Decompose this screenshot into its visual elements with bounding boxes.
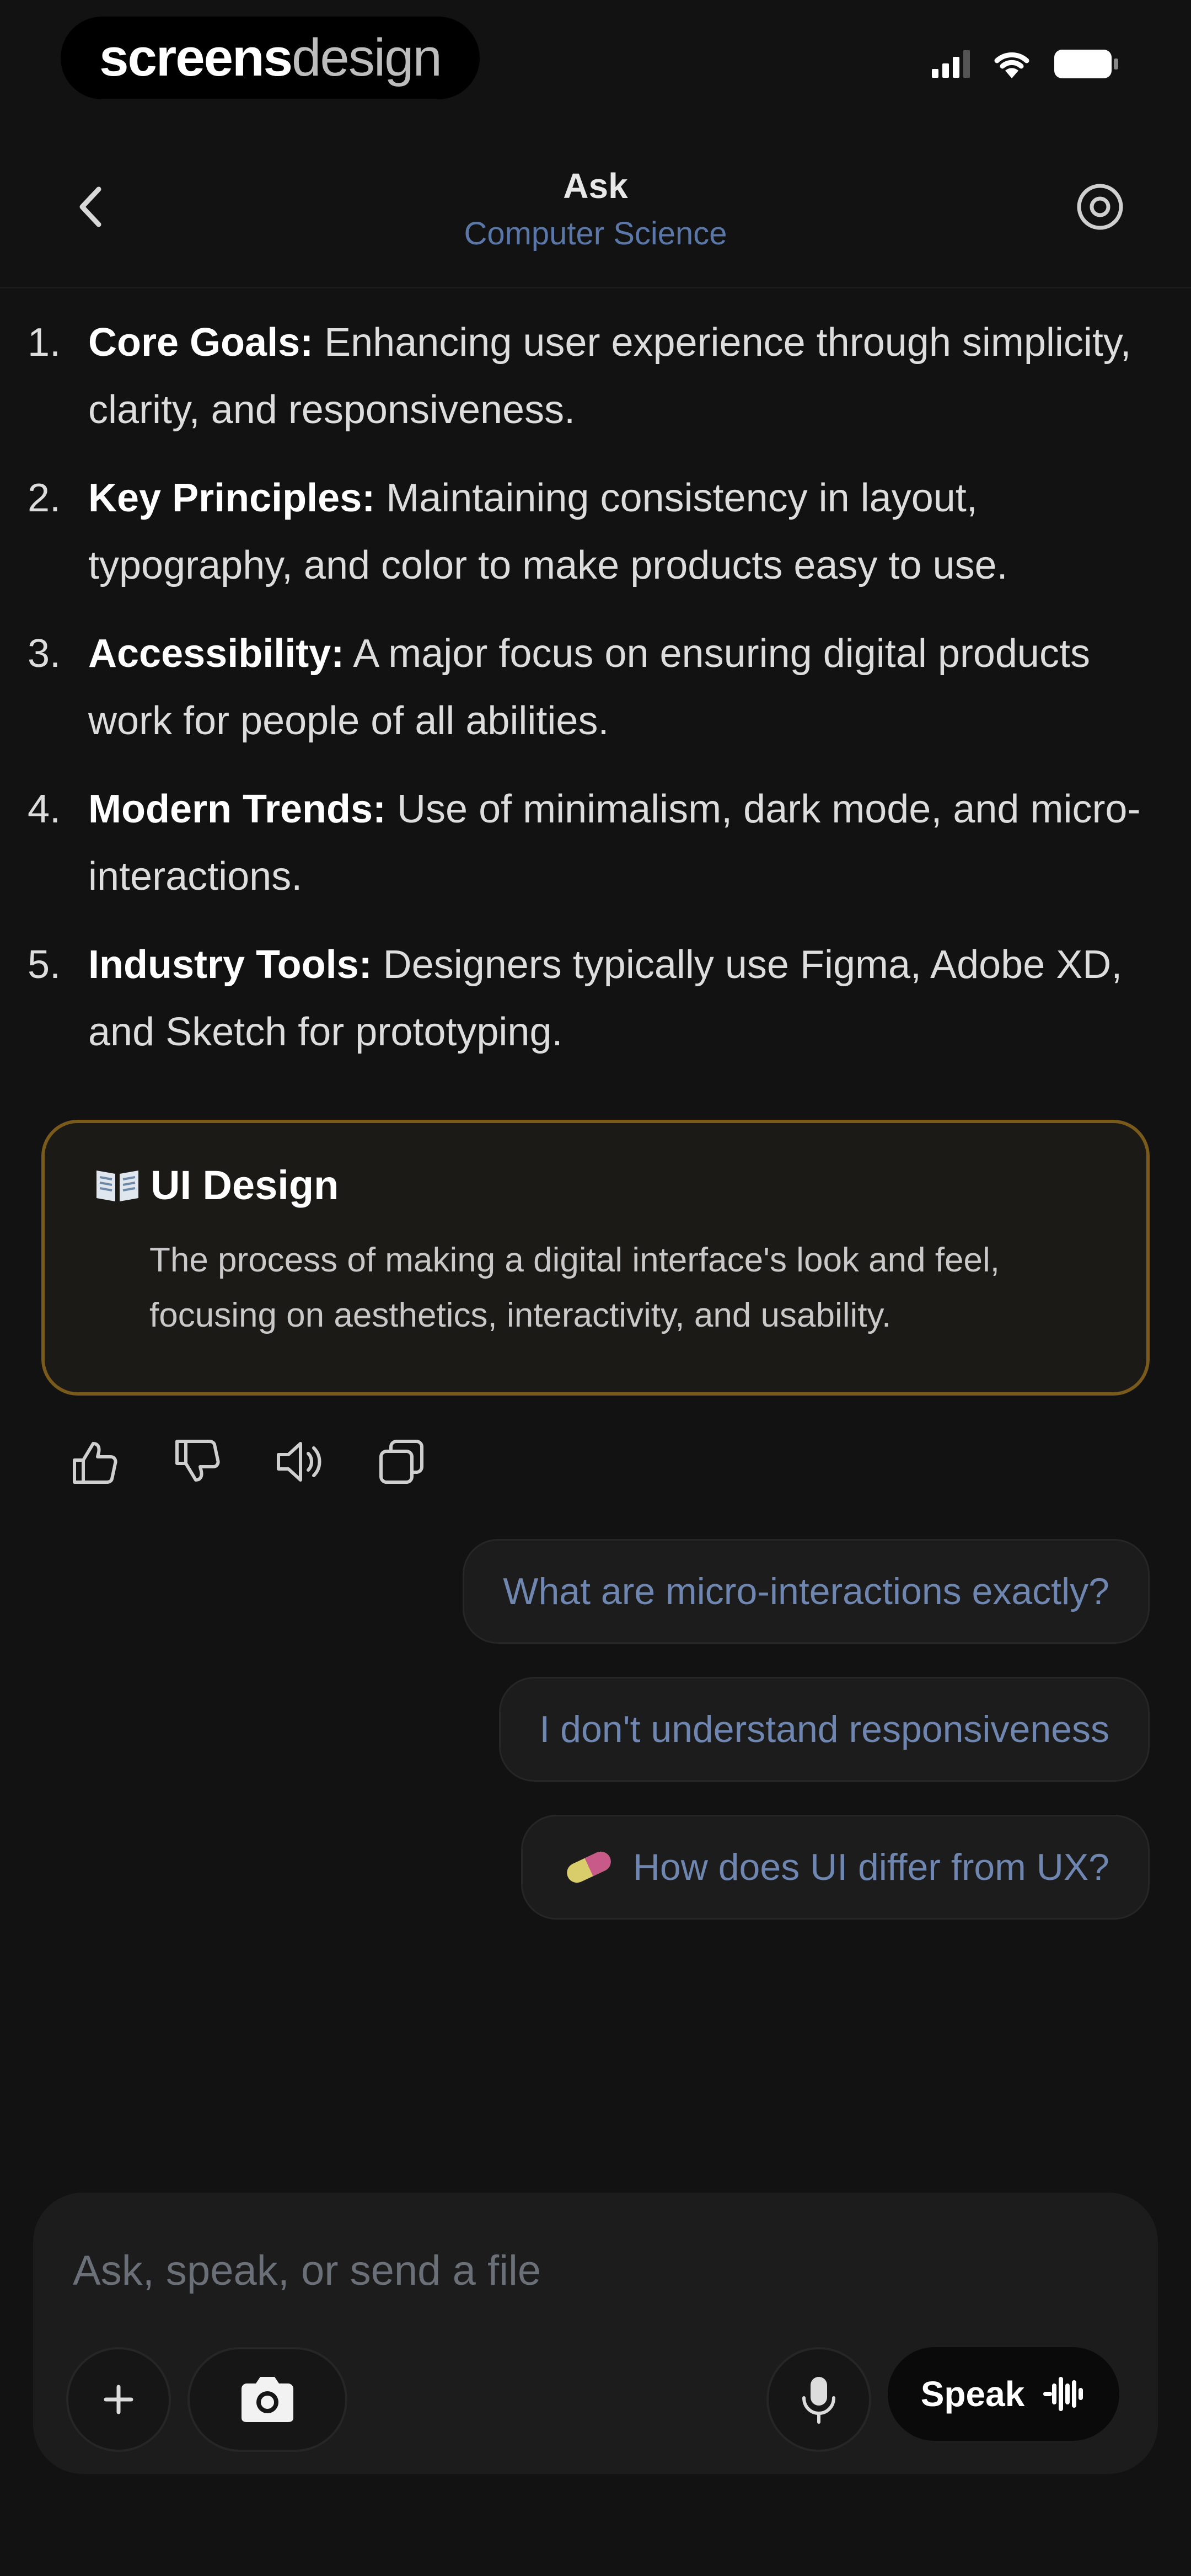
- list-item-number: 2.: [28, 476, 61, 520]
- list-item-number: 1.: [28, 320, 61, 365]
- suggestion-chip[interactable]: How does UI differ from UX?: [521, 1815, 1150, 1920]
- list-item-term: Modern Trends:: [88, 787, 387, 831]
- camera-icon: [242, 2377, 293, 2422]
- list-item-term: Key Principles:: [88, 476, 375, 520]
- suggestion-label: How does UI differ from UX?: [632, 1846, 1109, 1888]
- suggestion-label: I don't understand responsiveness: [539, 1708, 1109, 1750]
- brand-logo: screens design: [61, 17, 480, 99]
- microphone-icon: [802, 2377, 835, 2424]
- pill-icon: [567, 1851, 611, 1883]
- battery-icon: [1054, 50, 1118, 78]
- status-icons: [932, 49, 1119, 79]
- definition-body: The process of making a digital interfac…: [149, 1241, 1000, 1334]
- speak-label: Speak: [920, 2374, 1025, 2414]
- copy-icon: [379, 1440, 423, 1484]
- dislike-button[interactable]: [169, 1434, 224, 1489]
- screen: screens design Ask Computer Science 1. C…: [0, 0, 1191, 2576]
- thumbs-up-icon: [73, 1442, 117, 1484]
- wifi-icon: [994, 52, 1029, 78]
- definition-title: UI Design: [151, 1162, 339, 1208]
- book-icon: [96, 1170, 138, 1201]
- settings-button[interactable]: [1070, 177, 1130, 237]
- message-input[interactable]: [72, 2237, 1110, 2304]
- definition-card[interactable]: UI Design The process of making a digita…: [41, 1120, 1150, 1396]
- message-content: 1. Core Goals: Enhancing user experience…: [28, 309, 1152, 1087]
- brand-logo-part-1: screens: [99, 28, 293, 87]
- list-item-number: 4.: [28, 787, 61, 831]
- camera-button[interactable]: [187, 2347, 347, 2452]
- brand-logo-part-2: design: [292, 28, 442, 87]
- list-item: 1. Core Goals: Enhancing user experience…: [28, 309, 1152, 443]
- like-button[interactable]: [66, 1434, 121, 1489]
- definition-header: UI Design: [94, 1162, 1097, 1209]
- list-item-term: Core Goals:: [88, 320, 314, 365]
- add-attachment-button[interactable]: [66, 2347, 171, 2452]
- speaker-icon: [277, 1442, 321, 1482]
- speak-button[interactable]: Speak: [888, 2347, 1119, 2441]
- thumbs-down-icon: [175, 1440, 220, 1482]
- page-subtitle: Computer Science: [464, 216, 727, 252]
- list-item-term: Industry Tools:: [88, 943, 372, 987]
- list-item-number: 3.: [28, 632, 61, 676]
- settings-icon: [1077, 184, 1123, 230]
- message-actions: [66, 1434, 429, 1489]
- composer-panel: Speak: [33, 2193, 1158, 2474]
- list-item-number: 5.: [28, 943, 61, 987]
- suggestion-chip[interactable]: I don't understand responsiveness: [499, 1677, 1150, 1782]
- plus-icon: [104, 2385, 133, 2414]
- status-bar: screens design: [0, 0, 1191, 127]
- microphone-button[interactable]: [766, 2347, 871, 2452]
- copy-button[interactable]: [374, 1434, 429, 1489]
- waveform-icon: [1043, 2377, 1083, 2411]
- suggestion-chip[interactable]: What are micro-interactions exactly?: [463, 1539, 1150, 1644]
- list-item-term: Accessibility:: [88, 632, 345, 676]
- list-item: 2. Key Principles: Maintaining consisten…: [28, 464, 1152, 599]
- list-item: 3. Accessibility: A major focus on ensur…: [28, 620, 1152, 755]
- list-item: 5. Industry Tools: Designers typically u…: [28, 931, 1152, 1066]
- signal-icon: [932, 50, 970, 78]
- page-title: Ask: [563, 166, 628, 206]
- navigation-bar: Ask Computer Science: [0, 127, 1191, 288]
- read-aloud-button[interactable]: [271, 1434, 326, 1489]
- suggestion-label: What are micro-interactions exactly?: [503, 1570, 1109, 1612]
- key-points-list: 1. Core Goals: Enhancing user experience…: [28, 309, 1152, 1066]
- list-item: 4. Modern Trends: Use of minimalism, dar…: [28, 776, 1152, 910]
